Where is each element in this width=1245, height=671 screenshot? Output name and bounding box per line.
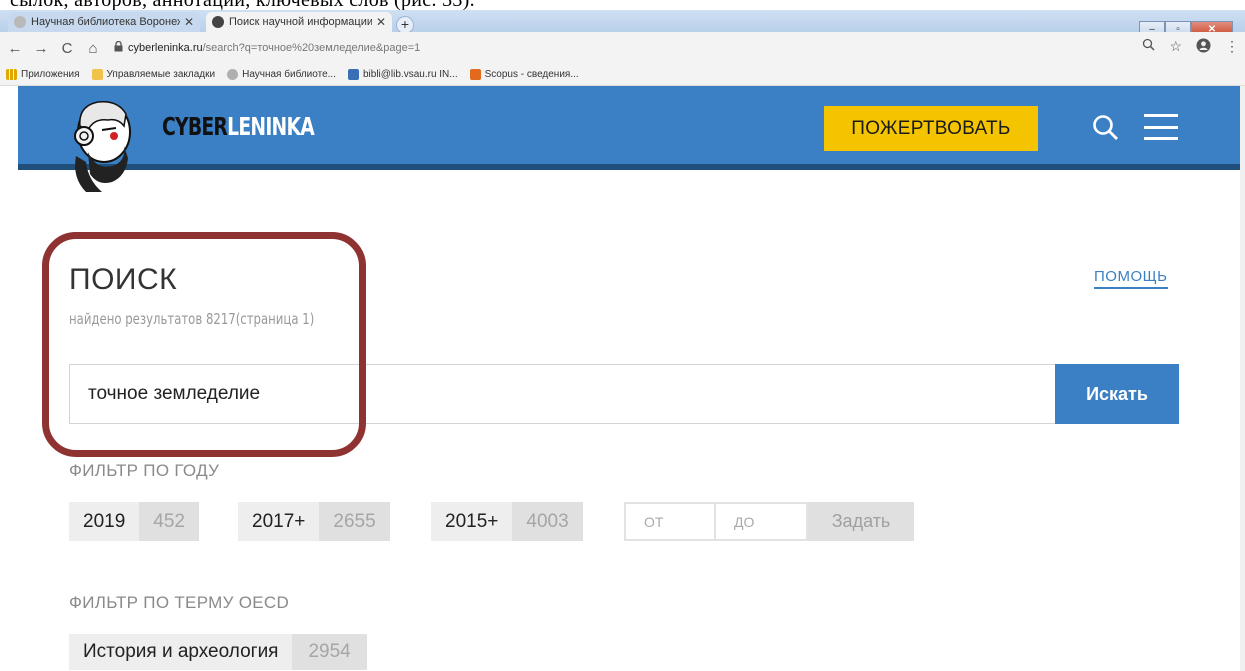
logo-cyber: CYBER <box>162 112 228 141</box>
forward-icon[interactable]: → <box>30 40 52 57</box>
help-link[interactable]: ПОМОЩЬ <box>1094 268 1168 289</box>
cyberleninka-favicon-icon <box>212 16 224 28</box>
site-header: CYBERLENINKA ПОЖЕРТВОВАТЬ <box>18 86 1240 192</box>
year-to-input[interactable]: ДО <box>716 502 808 541</box>
document-text: сылок, авторов, аннотаций, ключевых слов… <box>10 0 475 10</box>
mail-favicon-icon <box>347 69 359 80</box>
tab-cyberleninka-search[interactable]: Поиск научной информации в… ✕ <box>206 12 392 32</box>
tab-title: Поиск научной информации в… <box>229 16 372 28</box>
tab-close-icon[interactable]: ✕ <box>184 15 194 29</box>
url-path: /search?q=точное%20земледелие&page=1 <box>202 42 421 54</box>
bookmark-scopus[interactable]: Scopus - сведения... <box>469 69 579 80</box>
bookmark-library[interactable]: Научная библиоте... <box>227 69 336 80</box>
set-year-range-button[interactable]: Задать <box>808 502 914 541</box>
year-filter-count: 4003 <box>512 502 583 541</box>
bookmark-label: Scopus - сведения... <box>484 69 579 80</box>
toolbar-right-icons: ☆ ⋮ <box>1142 38 1245 56</box>
site-logo-text[interactable]: CYBERLENINKA <box>162 112 315 141</box>
bookmark-mail[interactable]: bibli@lib.vsau.ru IN... <box>347 69 458 80</box>
home-icon[interactable]: ⌂ <box>82 40 104 57</box>
bookmark-label: Научная библиоте... <box>242 69 336 80</box>
browser-toolbar: ← → C ⌂ cyberleninka.ru/search?q=точное%… <box>0 32 1245 64</box>
star-bookmark-icon[interactable]: ☆ <box>1169 38 1182 56</box>
bookmark-apps[interactable]: Приложения <box>6 69 80 80</box>
search-icon[interactable] <box>1092 114 1120 142</box>
profile-icon[interactable] <box>1196 38 1211 56</box>
year-filter-2017-plus[interactable]: 2017+ 2655 <box>238 502 390 541</box>
oecd-filter-history-archaeology[interactable]: История и археология 2954 <box>69 634 367 670</box>
donate-button[interactable]: ПОЖЕРТВОВАТЬ <box>824 106 1038 151</box>
scrollbar[interactable] <box>1240 86 1245 671</box>
apps-grid-icon <box>6 69 17 80</box>
bookmark-label: bibli@lib.vsau.ru IN... <box>362 69 458 80</box>
tab-strip: Научная библиотека Воронеж… ✕ Поиск науч… <box>0 10 1245 38</box>
bookmark-label: Приложения <box>21 69 80 80</box>
logo-leninka: LENINKA <box>227 112 315 141</box>
oecd-filter-label: История и археология <box>69 634 293 670</box>
oecd-filter-title: ФИЛЬТР ПО ТЕРМУ OECD <box>69 593 290 612</box>
highlight-annotation-frame <box>42 232 366 457</box>
bookmarks-bar: Приложения Управляемые закладки Научная … <box>0 64 1245 86</box>
tab-library[interactable]: Научная библиотека Воронеж… ✕ <box>8 12 200 32</box>
year-filter-2015-plus[interactable]: 2015+ 4003 <box>431 502 583 541</box>
reload-icon[interactable]: C <box>56 40 78 57</box>
more-menu-icon[interactable]: ⋮ <box>1225 38 1239 56</box>
library-favicon-icon <box>227 69 239 80</box>
year-from-input[interactable]: ОТ <box>624 502 716 541</box>
lock-icon <box>114 40 123 55</box>
tab-title: Научная библиотека Воронеж… <box>31 16 180 28</box>
year-filter-count: 2655 <box>319 502 390 541</box>
library-favicon-icon <box>14 16 26 28</box>
address-bar[interactable]: cyberleninka.ru/search?q=точное%20землед… <box>114 38 1154 58</box>
url-host: cyberleninka.ru <box>128 42 203 54</box>
search-button[interactable]: Искать <box>1055 364 1179 424</box>
back-icon[interactable]: ← <box>4 40 26 57</box>
year-filter-count: 452 <box>139 502 199 541</box>
year-range-filter: ОТ ДО Задать <box>624 502 914 541</box>
year-filter-label: 2017+ <box>238 502 320 541</box>
scopus-favicon-icon <box>469 69 481 80</box>
year-filter-label: 2019 <box>69 502 140 541</box>
tab-close-icon[interactable]: ✕ <box>376 15 386 29</box>
year-filter-2019[interactable]: 2019 452 <box>69 502 199 541</box>
year-filter-title: ФИЛЬТР ПО ГОДУ <box>69 461 220 480</box>
document-text-sliver: сылок, авторов, аннотаций, ключевых слов… <box>0 0 1245 10</box>
bookmark-managed[interactable]: Управляемые закладки <box>91 69 216 80</box>
folder-icon <box>91 69 103 80</box>
zoom-icon[interactable] <box>1142 38 1155 56</box>
bookmark-label: Управляемые закладки <box>106 69 216 80</box>
lenin-logo-icon[interactable] <box>68 96 140 196</box>
hamburger-menu-icon[interactable] <box>1144 114 1178 140</box>
oecd-filter-count: 2954 <box>292 634 367 670</box>
year-filter-label: 2015+ <box>431 502 513 541</box>
